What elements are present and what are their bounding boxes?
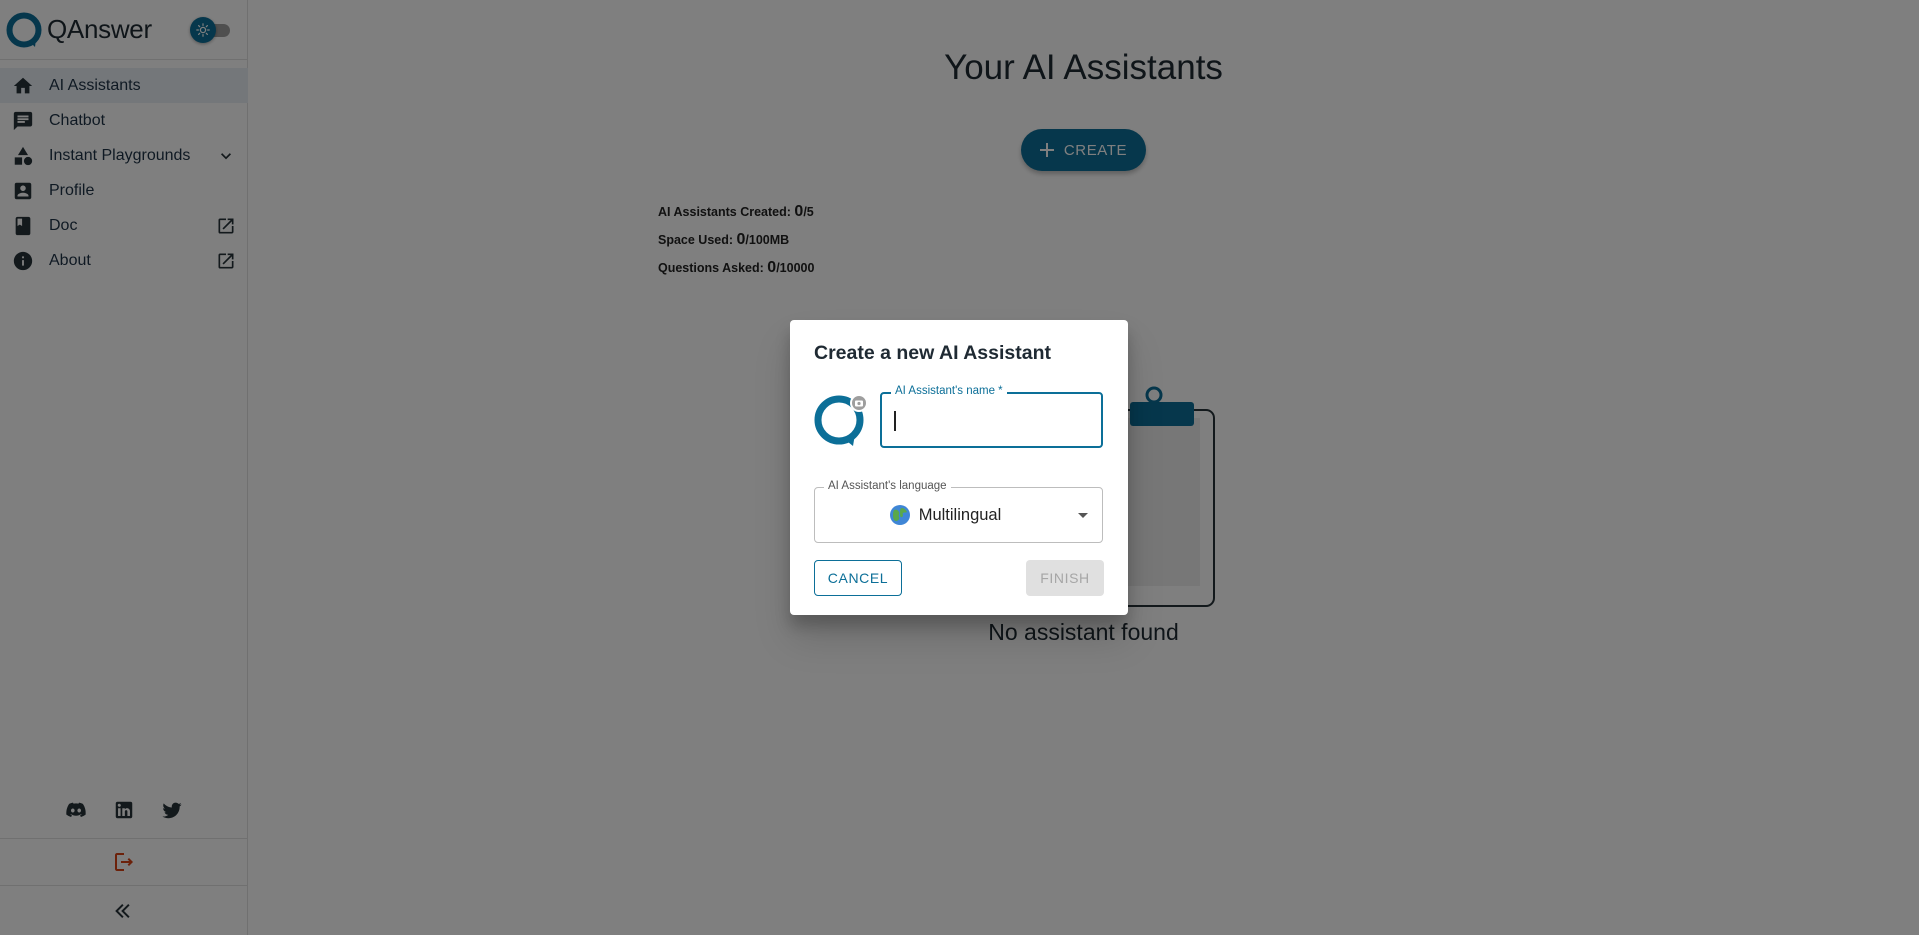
edit-avatar-button[interactable] [850,394,868,412]
assistant-name-field[interactable]: AI Assistant's name * [880,385,1103,448]
camera-icon [855,400,863,407]
language-value: Multilingual [918,505,1002,524]
dialog-title: Create a new AI Assistant [814,342,1051,364]
create-assistant-dialog: Create a new AI Assistant AI Assistant's… [790,320,1128,615]
finish-button[interactable]: FINISH [1026,560,1104,596]
text-caret [894,411,896,431]
globe-icon [889,505,910,525]
dropdown-arrow-icon [1078,513,1088,518]
cancel-button[interactable]: CANCEL [814,560,902,596]
assistant-language-select[interactable]: AI Assistant's language Multilingual [814,480,1103,543]
assistant-language-label: AI Assistant's language [824,480,951,492]
assistant-name-input[interactable] [894,407,1084,433]
selected-language: Multilingual [815,504,1075,526]
assistant-name-label: AI Assistant's name * [891,385,1007,397]
